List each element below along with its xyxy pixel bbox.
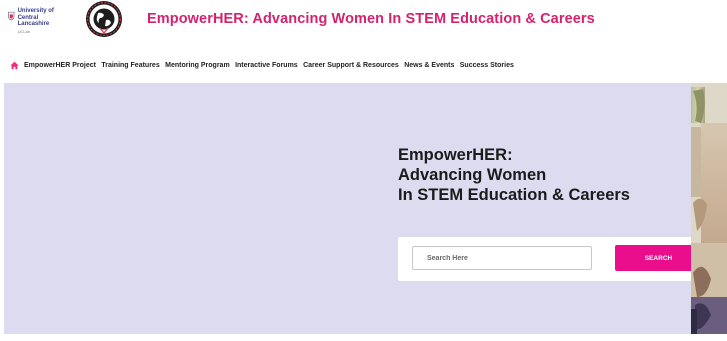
globe-badge-icon[interactable]	[80, 0, 130, 40]
nav-item-career-support[interactable]: Career Support & Resources	[303, 62, 399, 69]
nav-item-training-features[interactable]: Training Features	[101, 62, 159, 69]
hero-title-line-1: EmpowerHER:	[398, 146, 513, 164]
uclan-crest-icon	[8, 11, 15, 21]
nav-item-interactive-forums[interactable]: Interactive Forums	[235, 62, 298, 69]
hero-title: EmpowerHER: Advancing Women In STEM Educ…	[398, 145, 698, 205]
hero-banner: EmpowerHER: Advancing Women In STEM Educ…	[4, 83, 727, 334]
nav-item-news-events[interactable]: News & Events	[404, 62, 454, 69]
uclan-logo[interactable]: University of Central Lancashire UCLan	[8, 5, 68, 35]
home-icon[interactable]	[10, 61, 19, 70]
hero-title-line-2: Advancing Women	[398, 166, 547, 184]
nav-item-empowerher-project[interactable]: EmpowerHER Project	[24, 62, 96, 69]
uclan-logo-subtext: UCLan	[17, 28, 31, 34]
main-nav: EmpowerHER Project Training Features Men…	[10, 59, 519, 71]
nav-item-success-stories[interactable]: Success Stories	[460, 62, 514, 69]
site-title[interactable]: EmpowerHER: Advancing Women In STEM Educ…	[147, 11, 595, 27]
search-button[interactable]: SEARCH	[615, 245, 702, 271]
search-input[interactable]	[412, 246, 592, 270]
site-header: University of Central Lancashire UCLan E…	[0, 0, 727, 44]
nav-item-mentoring-program[interactable]: Mentoring Program	[165, 62, 230, 69]
uclan-logo-text: University of Central Lancashire UCLan	[18, 8, 68, 35]
search-panel: SEARCH	[398, 237, 719, 281]
hero-photo-image	[691, 83, 727, 334]
hero-title-line-3: In STEM Education & Careers	[398, 186, 630, 204]
